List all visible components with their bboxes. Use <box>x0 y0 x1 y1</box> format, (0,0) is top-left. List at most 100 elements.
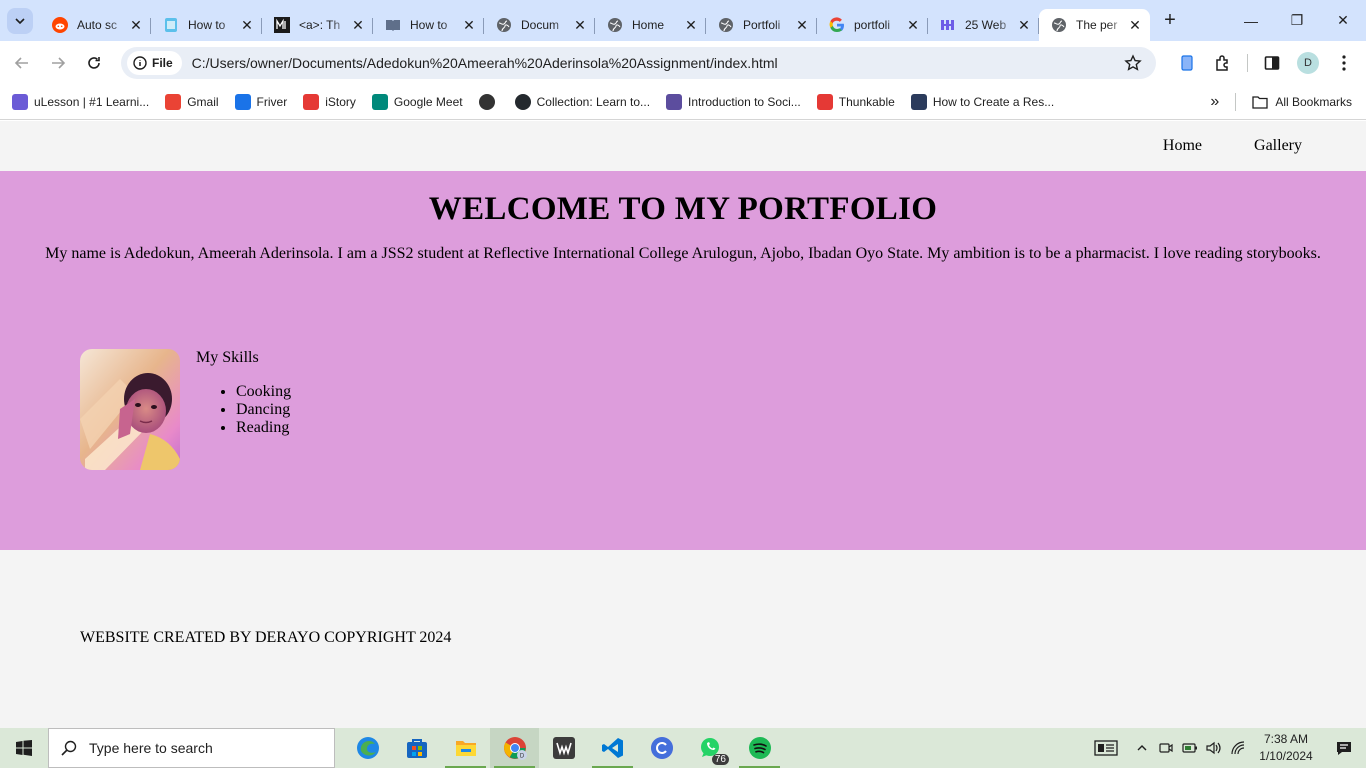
clipboard-extension-icon <box>1181 55 1193 71</box>
meet-now-button[interactable] <box>1154 728 1178 768</box>
restore-button[interactable]: ❐ <box>1274 0 1320 41</box>
profile-button[interactable]: D <box>1290 45 1326 81</box>
w3-icon <box>910 94 927 110</box>
url-text[interactable]: C:/Users/owner/Documents/Adedokun%20Amee… <box>192 55 778 71</box>
arrow-right-icon <box>52 57 66 69</box>
tab-close-icon[interactable]: ✕ <box>906 17 920 33</box>
bookmark-item[interactable]: Collection: Learn to... <box>507 88 658 116</box>
store-icon <box>406 739 427 758</box>
tab-title: Docum <box>521 18 560 32</box>
forward-button[interactable] <box>44 49 72 77</box>
tab-close-icon[interactable]: ✕ <box>462 17 476 33</box>
system-tray: 7:38 AM 1/10/2024 <box>1086 728 1366 768</box>
extensions-menu-button[interactable] <box>1205 45 1241 81</box>
wattpad-button[interactable] <box>539 728 588 768</box>
tab[interactable]: How to ✕ <box>151 9 262 41</box>
news-widget-button[interactable] <box>1086 728 1126 768</box>
tab[interactable]: 25 Web ✕ <box>928 9 1039 41</box>
bookmark-item[interactable]: Thunkable <box>809 88 903 116</box>
globe-icon <box>718 17 734 33</box>
vscode-icon <box>601 738 623 758</box>
clock[interactable]: 7:38 AM 1/10/2024 <box>1250 731 1322 765</box>
bookmark-item[interactable]: iStory <box>295 88 364 116</box>
site-nav: Home Gallery <box>0 121 1366 171</box>
file-explorer-button[interactable] <box>441 728 490 768</box>
tab-close-icon[interactable]: ✕ <box>573 17 587 33</box>
store-button[interactable] <box>392 728 441 768</box>
whatsapp-button[interactable]: 76 <box>686 728 735 768</box>
tab-close-icon[interactable]: ✕ <box>351 17 365 33</box>
bookmark-label: Thunkable <box>838 95 895 109</box>
tab[interactable]: Docum ✕ <box>484 9 595 41</box>
tray-overflow-button[interactable] <box>1130 728 1154 768</box>
globe-icon <box>478 94 495 110</box>
bookmarks-overflow-button[interactable]: » <box>1202 88 1227 116</box>
bookmark-item[interactable]: How to Create a Res... <box>903 88 1062 116</box>
extension-button[interactable] <box>1169 45 1205 81</box>
globe-icon <box>496 17 512 33</box>
battery-icon <box>1182 743 1197 753</box>
tab[interactable]: How to ✕ <box>373 9 484 41</box>
tab-close-icon[interactable]: ✕ <box>1017 17 1031 33</box>
bookmark-star-button[interactable] <box>1124 54 1142 75</box>
new-tab-button[interactable]: + <box>1156 7 1184 35</box>
chrome-icon: D <box>503 737 527 760</box>
all-bookmarks-button[interactable]: All Bookmarks <box>1244 88 1366 116</box>
close-window-button[interactable]: ✕ <box>1320 0 1366 41</box>
network-button[interactable] <box>1226 728 1250 768</box>
tab-title: <a>: Th <box>299 18 341 32</box>
side-panel-icon <box>1264 56 1280 70</box>
reload-icon <box>88 57 100 69</box>
start-button[interactable] <box>0 728 48 768</box>
tab-title: 25 Web <box>965 18 1007 32</box>
bookmark-label: Friver <box>256 95 288 109</box>
tab-close-icon[interactable]: ✕ <box>1128 17 1142 33</box>
reload-button[interactable] <box>80 49 108 77</box>
chrome-button[interactable]: D <box>490 728 539 768</box>
bookmark-item[interactable] <box>471 88 507 116</box>
info-icon <box>133 56 147 70</box>
bookmark-item[interactable]: uLesson | #1 Learni... <box>4 88 157 116</box>
tab[interactable]: Auto sc ✕ <box>40 9 151 41</box>
bookmark-item[interactable]: Gmail <box>157 88 226 116</box>
tab[interactable]: portfoli ✕ <box>817 9 928 41</box>
vscode-button[interactable] <box>588 728 637 768</box>
tab-active[interactable]: The per ✕ <box>1039 9 1150 41</box>
notifications-button[interactable] <box>1322 728 1366 768</box>
chrome-menu-button[interactable] <box>1326 45 1362 81</box>
canva-button[interactable] <box>637 728 686 768</box>
speaker-icon <box>1206 741 1221 755</box>
bookmark-label: uLesson | #1 Learni... <box>34 95 150 109</box>
tab[interactable]: Portfoli ✕ <box>706 9 817 41</box>
battery-button[interactable] <box>1178 728 1202 768</box>
more-vertical-icon <box>1342 55 1346 71</box>
skill-item: Cooking <box>236 383 291 401</box>
tab-close-icon[interactable]: ✕ <box>684 17 698 33</box>
side-panel-button[interactable] <box>1254 45 1290 81</box>
bookmarks-bar: uLesson | #1 Learni... Gmail Friver iStory G… <box>0 85 1366 120</box>
bookmark-item[interactable]: Introduction to Soci... <box>658 88 809 116</box>
tab-close-icon[interactable]: ✕ <box>240 17 254 33</box>
tab[interactable]: Home ✕ <box>595 9 706 41</box>
back-button[interactable] <box>8 49 36 77</box>
nav-home-link[interactable]: Home <box>1163 137 1202 155</box>
bookmark-item[interactable]: Google Meet <box>364 88 471 116</box>
tab-close-icon[interactable]: ✕ <box>129 17 143 33</box>
edge-button[interactable] <box>343 728 392 768</box>
book-icon <box>385 17 401 33</box>
volume-button[interactable] <box>1202 728 1226 768</box>
address-bar[interactable]: File C:/Users/owner/Documents/Adedokun%2… <box>121 47 1156 79</box>
tab-search-button[interactable] <box>7 7 33 34</box>
minimize-button[interactable]: — <box>1228 0 1274 41</box>
taskbar-search[interactable]: Type here to search <box>48 728 335 768</box>
tab-title: Portfoli <box>743 18 781 32</box>
site-info-chip[interactable]: File <box>127 51 182 75</box>
spotify-button[interactable] <box>735 728 784 768</box>
tab[interactable]: <a>: Th ✕ <box>262 9 373 41</box>
page-title: WELCOME TO MY PORTFOLIO <box>428 191 938 227</box>
tab-close-icon[interactable]: ✕ <box>795 17 809 33</box>
spotify-icon <box>748 737 771 759</box>
nav-gallery-link[interactable]: Gallery <box>1254 137 1302 155</box>
bookmark-item[interactable]: Friver <box>227 88 296 116</box>
folder-icon <box>1252 96 1268 109</box>
